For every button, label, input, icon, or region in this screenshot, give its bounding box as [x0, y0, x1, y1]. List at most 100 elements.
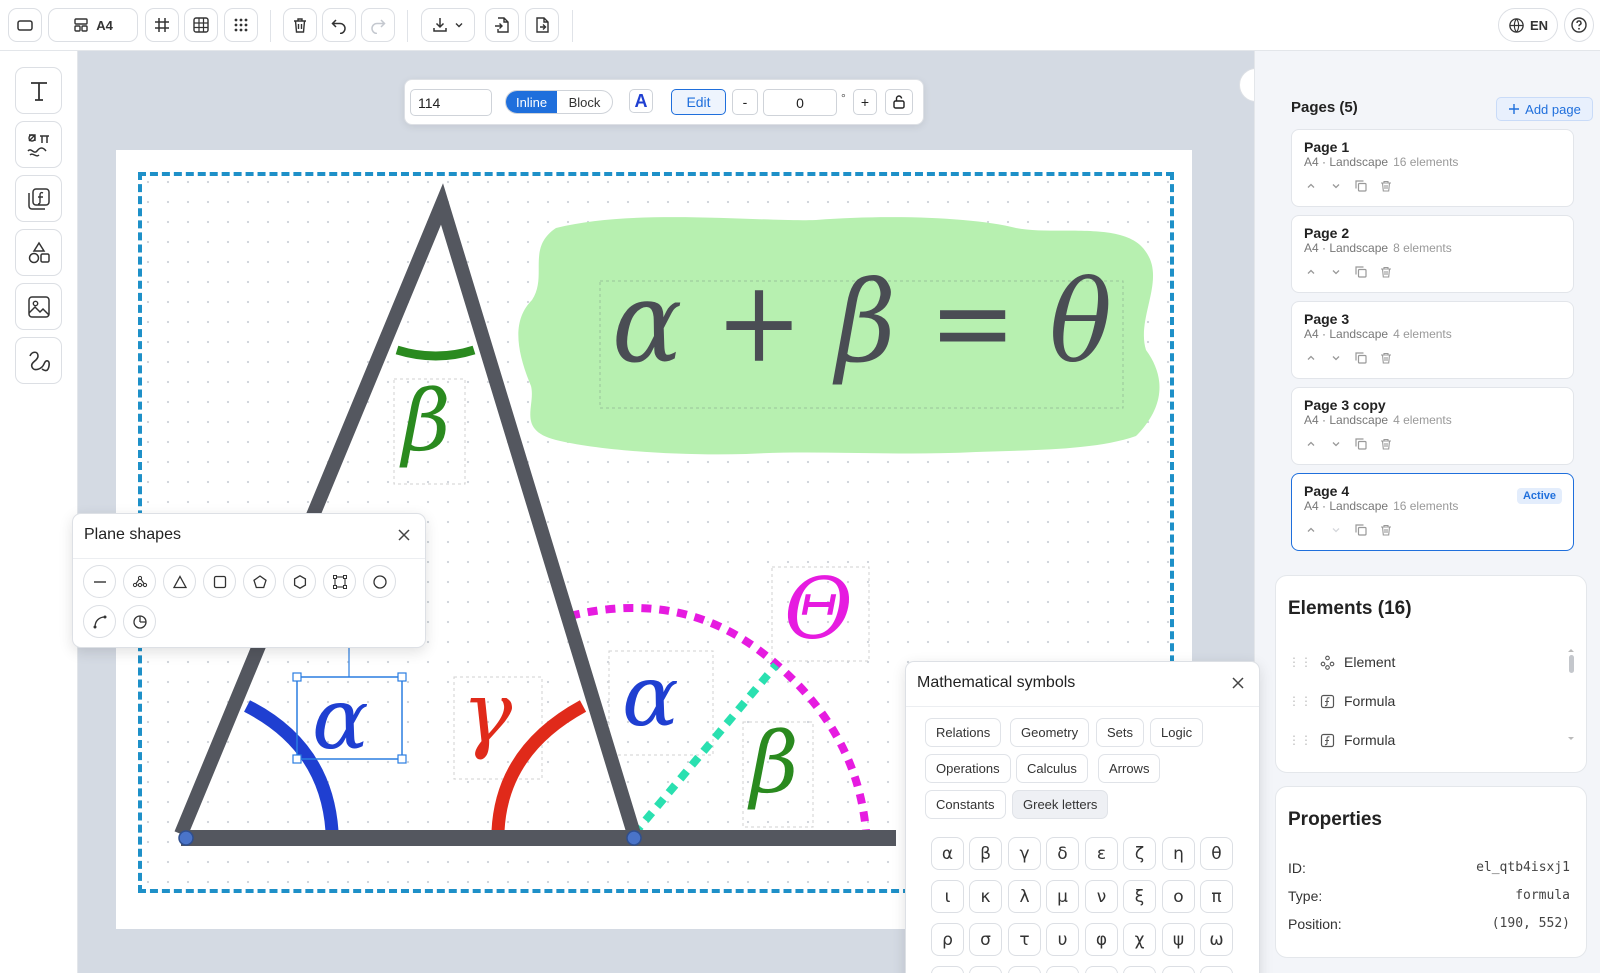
chevron-up-icon[interactable] [1304, 523, 1318, 537]
save-file-button[interactable] [525, 8, 559, 42]
symbol-beta[interactable]: β [969, 837, 1002, 870]
freehand-tool[interactable] [15, 337, 62, 384]
text-tool[interactable] [15, 67, 62, 114]
symbol-eta[interactable]: η [1162, 837, 1195, 870]
rotate-plus-button[interactable]: + [853, 89, 877, 115]
shape-triangle-button[interactable] [163, 565, 196, 598]
symbol-rho[interactable]: ρ [931, 923, 964, 956]
image-tool[interactable] [15, 283, 62, 330]
category-relations[interactable]: Relations [925, 718, 1002, 747]
shape-circle-button[interactable] [363, 565, 396, 598]
symbol-row-partial[interactable] [1008, 966, 1041, 973]
symbol-row-partial[interactable] [931, 966, 964, 973]
drag-handle-icon[interactable]: ⋮⋮ [1288, 655, 1312, 669]
symbol-zeta[interactable]: ζ [1123, 837, 1156, 870]
block-mode-button[interactable]: Block [557, 91, 612, 113]
shape-rectangle-button[interactable] [323, 565, 356, 598]
shape-hexagon-button[interactable] [283, 565, 316, 598]
symbol-mu[interactable]: μ [1046, 880, 1079, 913]
page-view-button[interactable] [8, 8, 42, 42]
symbol-lambda[interactable]: λ [1008, 880, 1041, 913]
drag-handle-icon[interactable]: ⋮⋮ [1288, 694, 1312, 708]
rotation-input[interactable]: 0 [763, 89, 837, 116]
duplicate-icon[interactable] [1354, 179, 1368, 193]
category-operations[interactable]: Operations [925, 754, 1011, 783]
duplicate-icon[interactable] [1354, 523, 1368, 537]
element-list-item[interactable]: ⋮⋮ Element [1288, 650, 1558, 674]
page-card-2[interactable]: Page 2 A4 · Landscape 8 elements [1291, 215, 1574, 293]
symbol-gamma[interactable]: γ [1008, 837, 1041, 870]
chevron-down-icon[interactable] [1329, 523, 1343, 537]
symbol-pi[interactable]: π [1200, 880, 1233, 913]
symbol-iota[interactable]: ι [931, 880, 964, 913]
help-button[interactable] [1564, 8, 1594, 42]
category-sets[interactable]: Sets [1096, 718, 1145, 747]
symbol-row-partial[interactable] [1200, 966, 1233, 973]
category-greek-letters[interactable]: Greek letters [1012, 790, 1109, 819]
chevron-down-icon[interactable] [1329, 179, 1343, 193]
scroll-up-icon[interactable] [1566, 646, 1576, 654]
symbol-row-partial[interactable] [1123, 966, 1156, 973]
export-dropdown-button[interactable] [421, 8, 475, 42]
category-constants[interactable]: Constants [925, 790, 1006, 819]
add-page-button[interactable]: Add page [1496, 97, 1593, 121]
symbol-phi[interactable]: φ [1085, 923, 1118, 956]
element-list-item[interactable]: ⋮⋮ Formula [1288, 689, 1558, 713]
import-button[interactable] [485, 8, 519, 42]
symbol-psi[interactable]: ψ [1162, 923, 1195, 956]
symbol-row-partial[interactable] [1162, 966, 1195, 973]
shape-sector-button[interactable] [123, 605, 156, 638]
duplicate-icon[interactable] [1354, 437, 1368, 451]
chevron-down-icon[interactable] [1329, 351, 1343, 365]
inline-mode-button[interactable]: Inline [506, 91, 558, 113]
symbol-alpha[interactable]: α [931, 837, 964, 870]
drag-handle-icon[interactable]: ⋮⋮ [1288, 733, 1312, 747]
chevron-up-icon[interactable] [1304, 265, 1318, 279]
chevron-up-icon[interactable] [1304, 437, 1318, 451]
shapes-tool[interactable] [15, 229, 62, 276]
category-geometry[interactable]: Geometry [1010, 718, 1090, 747]
formula-tool[interactable] [15, 175, 62, 222]
page-card-3[interactable]: Page 3 A4 · Landscape 4 elements [1291, 301, 1574, 379]
category-calculus[interactable]: Calculus [1016, 754, 1088, 783]
symbol-row-partial[interactable] [1085, 966, 1118, 973]
shape-square-button[interactable] [203, 565, 236, 598]
page-card-1[interactable]: Page 1 A4 · Landscape 16 elements [1291, 129, 1574, 207]
duplicate-icon[interactable] [1354, 265, 1368, 279]
chevron-down-icon[interactable] [1329, 437, 1343, 451]
category-logic[interactable]: Logic [1150, 718, 1204, 747]
page-size-button[interactable]: A4 [48, 8, 138, 42]
shape-polyline-button[interactable] [123, 565, 156, 598]
table-button[interactable] [184, 8, 218, 42]
redo-button[interactable] [361, 8, 395, 42]
element-list-item[interactable]: ⋮⋮ Formula [1288, 728, 1558, 752]
symbol-theta[interactable]: θ [1200, 837, 1233, 870]
trash-icon[interactable] [1379, 265, 1393, 279]
category-arrows[interactable]: Arrows [1098, 754, 1161, 783]
close-button[interactable] [393, 524, 415, 546]
symbol-upsilon[interactable]: υ [1046, 923, 1079, 956]
shape-pentagon-button[interactable] [243, 565, 276, 598]
symbol-omicron[interactable]: ο [1162, 880, 1195, 913]
elements-scrollbar[interactable] [1566, 646, 1576, 758]
rotate-minus-button[interactable]: - [732, 89, 758, 115]
shape-arc-button[interactable] [83, 605, 116, 638]
symbol-delta[interactable]: δ [1046, 837, 1079, 870]
text-color-button[interactable]: A [629, 89, 653, 113]
formula-size-input[interactable]: 114 [410, 89, 492, 116]
delete-button[interactable] [283, 8, 317, 42]
symbol-kappa[interactable]: κ [969, 880, 1002, 913]
shape-line-button[interactable] [83, 565, 116, 598]
symbol-row-partial[interactable] [1046, 966, 1079, 973]
lock-button[interactable] [885, 89, 913, 115]
trash-icon[interactable] [1379, 437, 1393, 451]
trash-icon[interactable] [1379, 351, 1393, 365]
page-card-3-copy[interactable]: Page 3 copy A4 · Landscape 4 elements [1291, 387, 1574, 465]
symbol-sigma[interactable]: σ [969, 923, 1002, 956]
math-symbols-tool[interactable] [15, 121, 62, 168]
trash-icon[interactable] [1379, 179, 1393, 193]
symbol-row-partial[interactable] [969, 966, 1002, 973]
symbol-tau[interactable]: τ [1008, 923, 1041, 956]
trash-icon[interactable] [1379, 523, 1393, 537]
chevron-down-icon[interactable] [1329, 265, 1343, 279]
